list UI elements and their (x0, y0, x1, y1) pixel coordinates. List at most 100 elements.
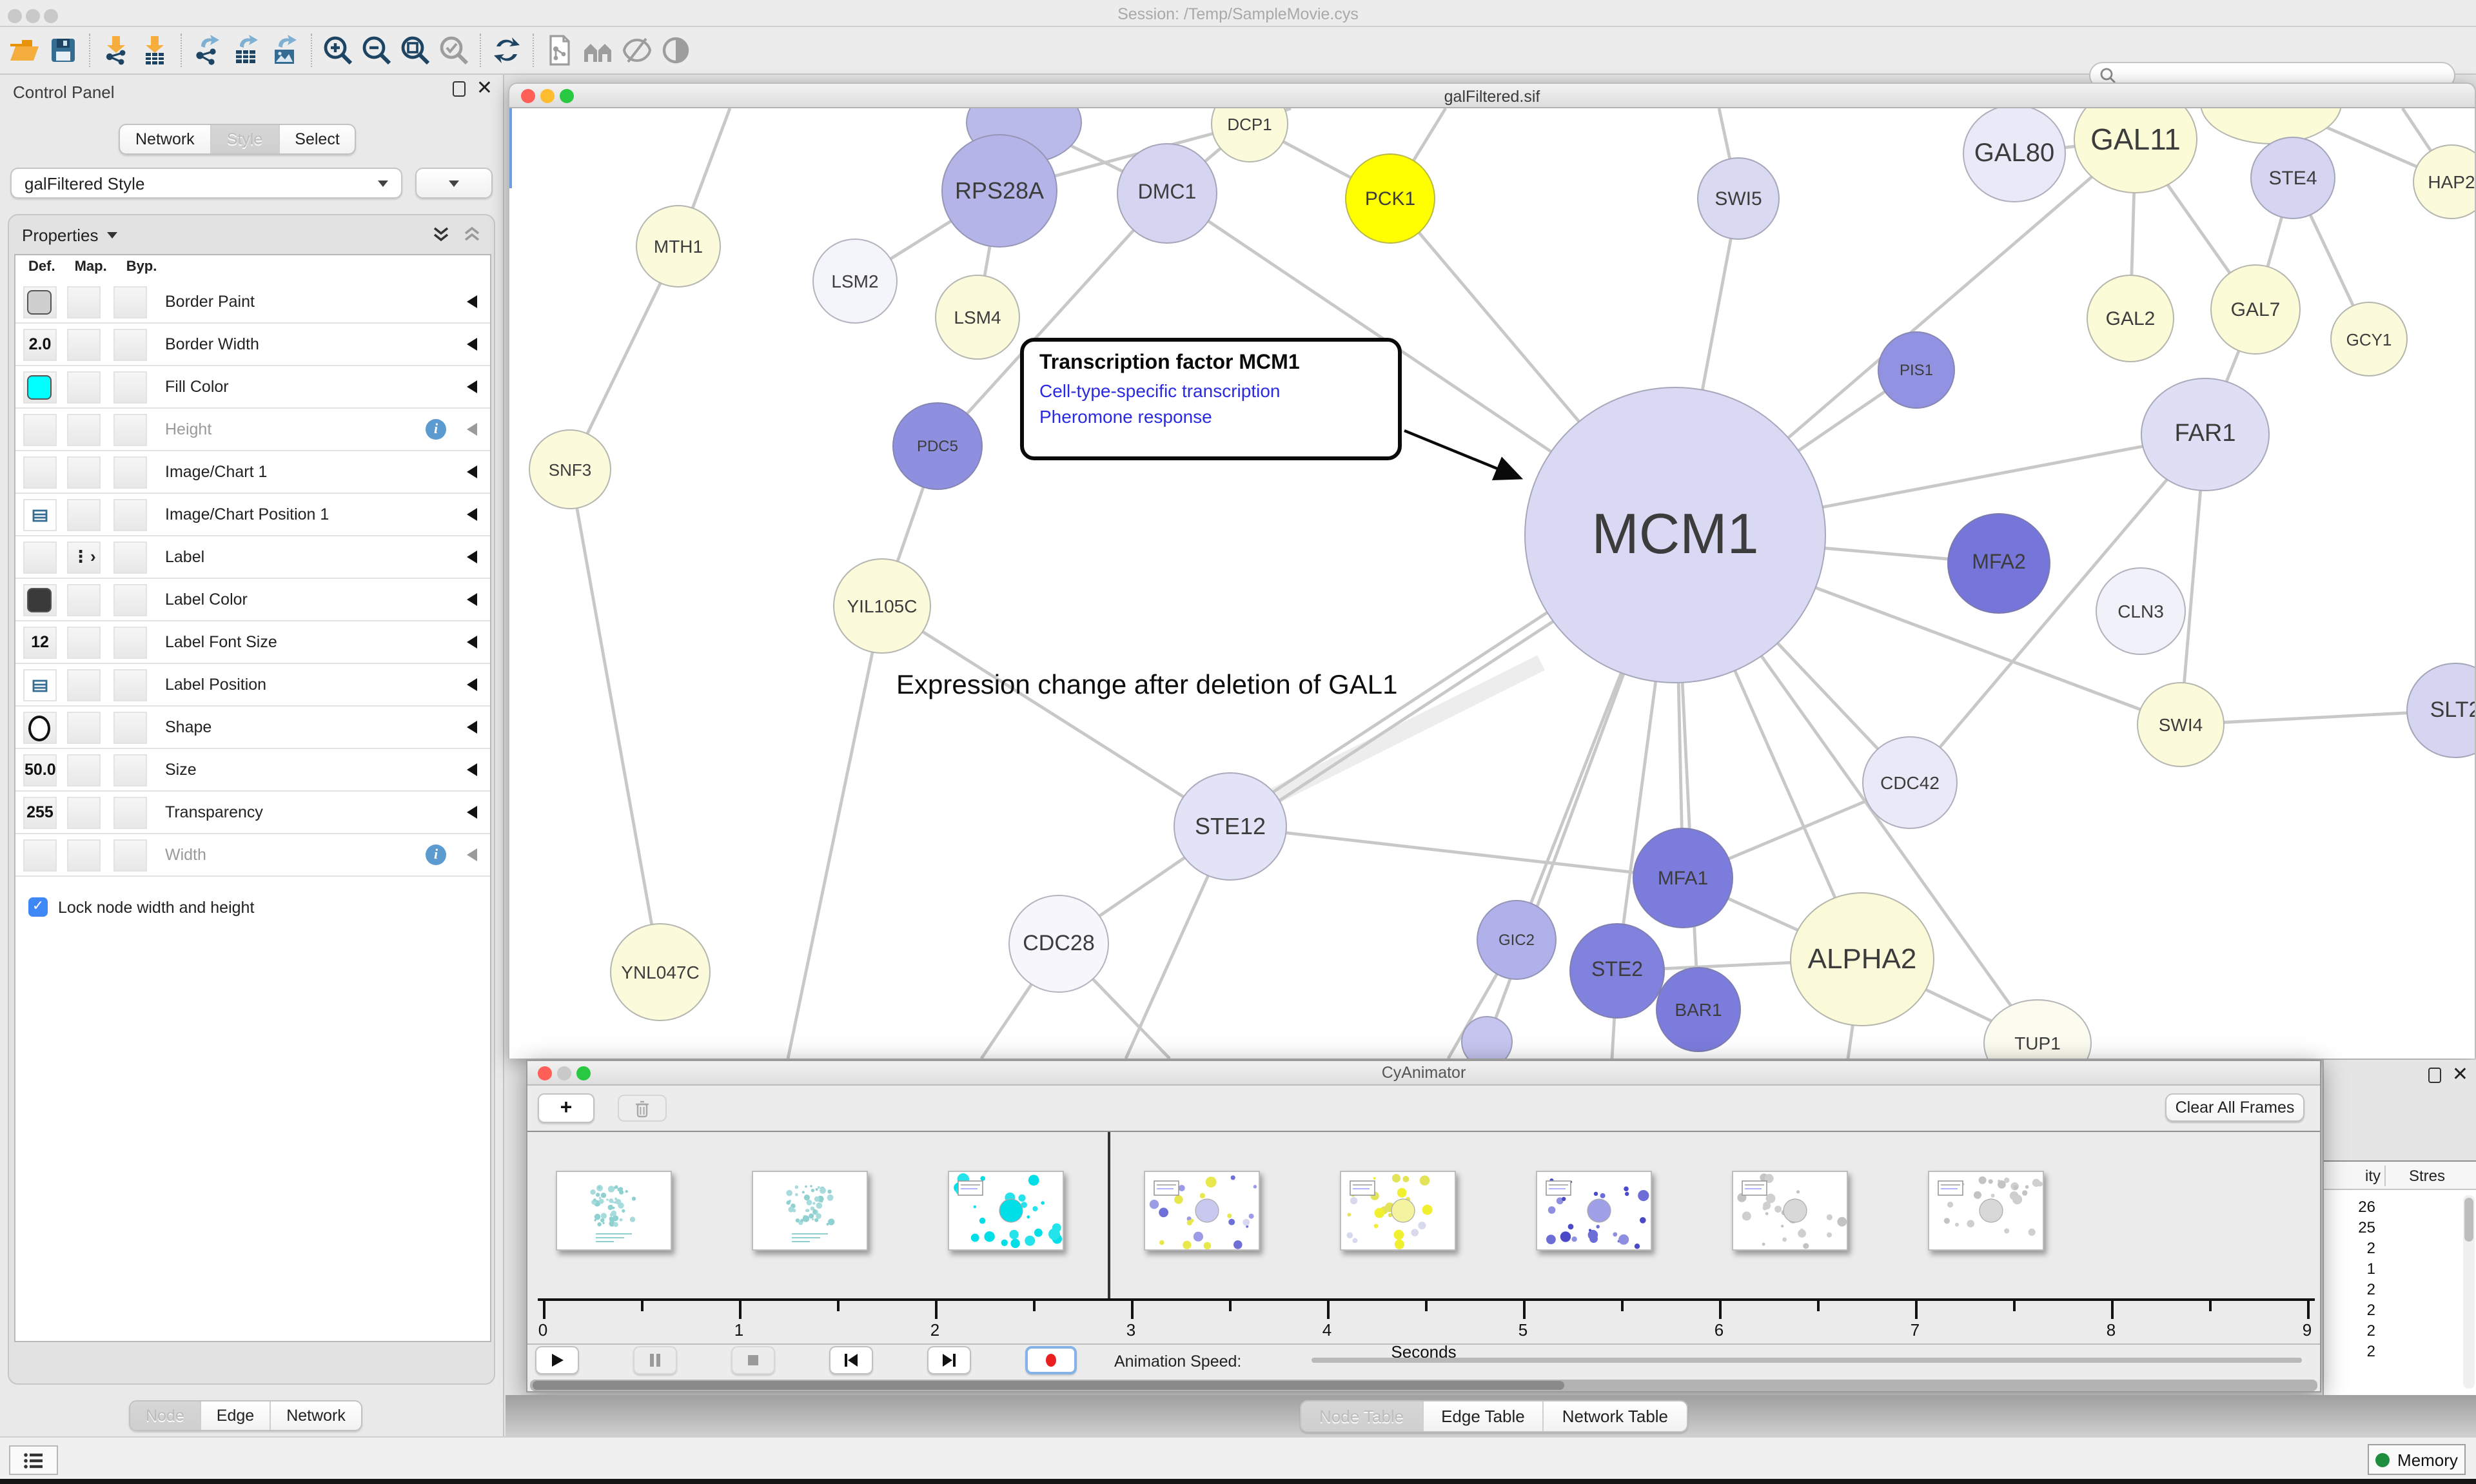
property-row-border-width[interactable]: 2.0Border Width (15, 324, 490, 366)
tab-edge-table[interactable]: Edge Table (1423, 1401, 1544, 1431)
property-row-label-color[interactable]: Label Color (15, 579, 490, 621)
property-row-label-font-size[interactable]: 12Label Font Size (15, 621, 490, 664)
lock-node-size-row[interactable]: ✓ Lock node width and height (28, 897, 254, 917)
network-node-swi5[interactable]: SWI5 (1697, 157, 1780, 240)
network-node-ste2[interactable]: STE2 (1569, 923, 1665, 1019)
column-divider[interactable] (2384, 1166, 2386, 1186)
property-row-label-position[interactable]: Label Position (15, 664, 490, 707)
network-node-pis1[interactable]: PIS1 (1878, 331, 1955, 409)
network-window-titlebar[interactable]: galFiltered.sif (508, 83, 2476, 108)
save-session-icon[interactable] (44, 31, 83, 70)
checkbox-checked-icon[interactable]: ✓ (28, 897, 48, 917)
network-node-yil105c[interactable]: YIL105C (833, 558, 931, 654)
network-node-cdc42[interactable]: CDC42 (1862, 736, 1958, 829)
clear-all-frames-button[interactable]: Clear All Frames (2165, 1093, 2304, 1122)
collapse-row-icon[interactable] (467, 848, 477, 861)
default-cell[interactable] (23, 712, 57, 744)
default-cell[interactable] (23, 456, 57, 489)
table-cell[interactable]: 26 (2324, 1198, 2375, 1216)
delete-frame-button[interactable] (618, 1095, 667, 1122)
collapse-row-icon[interactable] (467, 806, 477, 819)
export-image-icon[interactable] (266, 31, 304, 70)
annotation-callout[interactable]: Transcription factor MCM1 Cell-type-spec… (1020, 338, 1402, 460)
export-network-icon[interactable] (188, 31, 227, 70)
default-cell[interactable]: 50.0 (23, 754, 57, 786)
tab-network-table[interactable]: Network Table (1544, 1401, 1686, 1431)
bypass-cell[interactable] (113, 627, 147, 659)
frame-thumbnail-7[interactable] (1928, 1171, 2044, 1251)
collapse-row-icon[interactable] (467, 465, 477, 478)
zoom-out-icon[interactable] (357, 31, 396, 70)
default-cell[interactable] (23, 669, 57, 701)
network-node-pck1[interactable]: PCK1 (1345, 153, 1435, 244)
property-row-shape[interactable]: Shape (15, 707, 490, 749)
mapping-cell[interactable] (67, 456, 101, 489)
default-cell[interactable]: 2.0 (23, 329, 57, 361)
mapping-cell[interactable] (67, 329, 101, 361)
bypass-cell[interactable] (113, 542, 147, 574)
open-session-icon[interactable] (5, 31, 44, 70)
float-panel-icon[interactable] (2429, 1068, 2442, 1083)
tab-node[interactable]: Node (130, 1401, 201, 1430)
table-column-degree[interactable]: ity (2324, 1167, 2381, 1185)
close-panel-icon[interactable]: ✕ (477, 81, 493, 97)
table-scrollbar[interactable] (2463, 1195, 2475, 1389)
property-row-label[interactable]: ⋮›Label (15, 536, 490, 579)
network-node-mcm1[interactable]: MCM1 (1524, 387, 1826, 683)
show-panel-icon[interactable] (656, 31, 695, 70)
default-cell[interactable]: 255 (23, 797, 57, 829)
bypass-cell[interactable] (113, 329, 147, 361)
table-cell[interactable]: 2 (2324, 1342, 2375, 1360)
mapping-cell[interactable] (67, 584, 101, 616)
collapse-row-icon[interactable] (467, 763, 477, 776)
import-table-icon[interactable] (135, 31, 174, 70)
bypass-cell[interactable] (113, 499, 147, 531)
bypass-cell[interactable] (113, 371, 147, 404)
collapse-row-icon[interactable] (467, 593, 477, 606)
property-row-fill-color[interactable]: Fill Color (15, 366, 490, 409)
frame-thumbnail-5[interactable] (1536, 1171, 1652, 1251)
default-cell[interactable] (23, 286, 57, 318)
table-cell[interactable]: 2 (2324, 1280, 2375, 1298)
table-column-stress[interactable]: Stres (2391, 1167, 2463, 1185)
mapping-cell[interactable] (67, 371, 101, 404)
network-node-lsm2[interactable]: LSM2 (812, 239, 898, 324)
network-node-gic2[interactable]: GIC2 (1477, 900, 1557, 980)
network-node-far1[interactable]: FAR1 (2141, 378, 2270, 491)
mapping-cell[interactable] (67, 286, 101, 318)
bypass-cell[interactable] (113, 286, 147, 318)
property-row-image-chart-1[interactable]: Image/Chart 1 (15, 451, 490, 494)
tab-network[interactable]: Network (120, 125, 211, 153)
default-cell[interactable] (23, 371, 57, 404)
network-node-mfa1[interactable]: MFA1 (1633, 828, 1733, 928)
default-cell[interactable] (23, 839, 57, 872)
frame-thumbnail-2[interactable] (948, 1171, 1064, 1251)
default-cell[interactable]: 12 (23, 627, 57, 659)
export-table-icon[interactable] (227, 31, 266, 70)
network-node-snf3[interactable]: SNF3 (529, 429, 611, 509)
network-node-swi4[interactable]: SWI4 (2137, 682, 2225, 767)
network-node-ste12[interactable]: STE12 (1174, 772, 1287, 881)
frames-timeline[interactable]: 0123456789 Seconds (527, 1131, 2320, 1345)
bypass-cell[interactable] (113, 839, 147, 872)
tab-network[interactable]: Network (271, 1401, 361, 1430)
float-panel-icon[interactable] (453, 81, 466, 97)
network-node-gal80[interactable]: GAL80 (1963, 108, 2066, 202)
info-icon[interactable]: i (426, 845, 446, 865)
collapse-row-icon[interactable] (467, 295, 477, 308)
style-selector[interactable]: galFiltered Style (10, 168, 402, 199)
play-button[interactable] (535, 1346, 579, 1374)
mapping-cell[interactable] (67, 754, 101, 786)
tab-style[interactable]: Style (211, 125, 280, 153)
clone-network-icon[interactable] (540, 31, 579, 70)
mapping-cell[interactable] (67, 414, 101, 446)
table-cell[interactable]: 1 (2324, 1260, 2375, 1278)
frame-thumbnail-6[interactable] (1732, 1171, 1848, 1251)
expand-all-icon[interactable] (432, 226, 450, 244)
frame-thumbnail-0[interactable] (556, 1171, 672, 1251)
network-node-gal2[interactable]: GAL2 (2087, 275, 2174, 362)
network-node-ynl047c[interactable]: YNL047C (610, 923, 711, 1021)
timeline-playhead[interactable] (1108, 1132, 1110, 1300)
collapse-row-icon[interactable] (467, 551, 477, 563)
skip-start-button[interactable] (829, 1346, 873, 1374)
